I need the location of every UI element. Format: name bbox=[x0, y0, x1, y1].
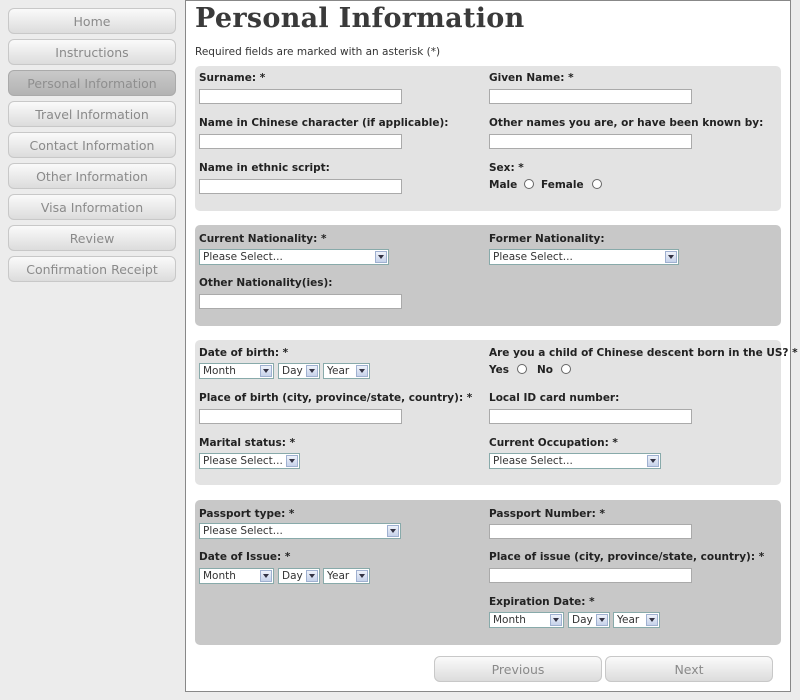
dropdown-arrow-icon bbox=[356, 365, 368, 377]
nav-personal-information[interactable]: Personal Information bbox=[8, 70, 176, 96]
ethnic-name-input[interactable] bbox=[199, 179, 402, 194]
nav-review[interactable]: Review bbox=[8, 225, 176, 251]
nav-other-information[interactable]: Other Information bbox=[8, 163, 176, 189]
issue-month-select[interactable]: Month bbox=[199, 568, 274, 584]
passport-type-value: Please Select... bbox=[203, 525, 283, 537]
nationality-section: Current Nationality: * Please Select... … bbox=[195, 225, 781, 326]
required-note: Required fields are marked with an aster… bbox=[195, 46, 441, 58]
dropdown-arrow-icon bbox=[286, 455, 298, 467]
issue-year-select[interactable]: Year bbox=[323, 568, 370, 584]
place-of-birth-label: Place of birth (city, province/state, co… bbox=[199, 392, 473, 404]
other-names-label: Other names you are, or have been known … bbox=[489, 117, 764, 129]
local-id-label: Local ID card number: bbox=[489, 392, 620, 404]
dropdown-arrow-icon bbox=[306, 365, 318, 377]
nav-home[interactable]: Home bbox=[8, 8, 176, 34]
male-radio[interactable] bbox=[524, 179, 534, 189]
current-nationality-value: Please Select... bbox=[203, 251, 283, 263]
exp-day-value: Day bbox=[572, 614, 593, 626]
surname-input[interactable] bbox=[199, 89, 402, 104]
dropdown-arrow-icon bbox=[647, 455, 659, 467]
previous-button[interactable]: Previous bbox=[434, 656, 602, 682]
passport-type-label: Passport type: * bbox=[199, 508, 295, 520]
other-nationalities-input[interactable] bbox=[199, 294, 402, 309]
dob-day-value: Day bbox=[282, 365, 303, 377]
dropdown-arrow-icon bbox=[646, 614, 658, 626]
no-radio[interactable] bbox=[561, 364, 571, 374]
passport-number-input[interactable] bbox=[489, 524, 692, 539]
dob-year-value: Year bbox=[327, 365, 350, 377]
issue-day-select[interactable]: Day bbox=[278, 568, 320, 584]
former-nationality-label: Former Nationality: bbox=[489, 233, 605, 245]
current-nationality-select[interactable]: Please Select... bbox=[199, 249, 389, 265]
place-of-issue-label: Place of issue (city, province/state, co… bbox=[489, 551, 765, 563]
occupation-select[interactable]: Please Select... bbox=[489, 453, 661, 469]
place-of-birth-input[interactable] bbox=[199, 409, 402, 424]
other-nationalities-label: Other Nationality(ies): bbox=[199, 277, 333, 289]
issue-month-value: Month bbox=[203, 570, 236, 582]
nav-contact-information[interactable]: Contact Information bbox=[8, 132, 176, 158]
marital-status-label: Marital status: * bbox=[199, 437, 296, 449]
given-name-input[interactable] bbox=[489, 89, 692, 104]
dropdown-arrow-icon bbox=[387, 525, 399, 537]
dropdown-arrow-icon bbox=[260, 570, 272, 582]
expiration-date-label: Expiration Date: * bbox=[489, 596, 595, 608]
sidebar-nav: Home Instructions Personal Information T… bbox=[0, 0, 185, 700]
birth-section: Date of birth: * Month Day Year Are you … bbox=[195, 340, 798, 485]
page-title: Personal Information bbox=[195, 3, 525, 34]
female-radio[interactable] bbox=[592, 179, 602, 189]
exp-day-select[interactable]: Day bbox=[568, 612, 610, 628]
nav-confirmation-receipt[interactable]: Confirmation Receipt bbox=[8, 256, 176, 282]
dob-label: Date of birth: * bbox=[199, 347, 289, 359]
female-label: Female bbox=[541, 179, 584, 191]
nav-instructions[interactable]: Instructions bbox=[8, 39, 176, 65]
local-id-input[interactable] bbox=[489, 409, 692, 424]
occupation-value: Please Select... bbox=[493, 455, 573, 467]
dob-month-value: Month bbox=[203, 365, 236, 377]
dropdown-arrow-icon bbox=[356, 570, 368, 582]
child-of-chinese-descent-label: Are you a child of Chinese descent born … bbox=[489, 347, 798, 359]
sex-label: Sex: * bbox=[489, 162, 524, 174]
ethnic-name-label: Name in ethnic script: bbox=[199, 162, 330, 174]
other-names-input[interactable] bbox=[489, 134, 692, 149]
date-of-issue-label: Date of Issue: * bbox=[199, 551, 291, 563]
no-label: No bbox=[537, 364, 554, 376]
exp-month-select[interactable]: Month bbox=[489, 612, 564, 628]
dropdown-arrow-icon bbox=[550, 614, 562, 626]
marital-status-value: Please Select... bbox=[203, 455, 283, 467]
given-name-label: Given Name: * bbox=[489, 72, 574, 84]
former-nationality-value: Please Select... bbox=[493, 251, 573, 263]
issue-day-value: Day bbox=[282, 570, 303, 582]
passport-type-select[interactable]: Please Select... bbox=[199, 523, 401, 539]
issue-year-value: Year bbox=[327, 570, 350, 582]
dob-month-select[interactable]: Month bbox=[199, 363, 274, 379]
current-nationality-label: Current Nationality: * bbox=[199, 233, 327, 245]
dropdown-arrow-icon bbox=[665, 251, 677, 263]
main-form-area: Personal Information Required fields are… bbox=[185, 0, 798, 692]
exp-year-select[interactable]: Year bbox=[613, 612, 660, 628]
nav-travel-information[interactable]: Travel Information bbox=[8, 101, 176, 127]
passport-section: Passport type: * Please Select... Passpo… bbox=[195, 500, 781, 645]
chinese-name-input[interactable] bbox=[199, 134, 402, 149]
dob-year-select[interactable]: Year bbox=[323, 363, 370, 379]
occupation-label: Current Occupation: * bbox=[489, 437, 618, 449]
next-button[interactable]: Next bbox=[605, 656, 773, 682]
dob-day-select[interactable]: Day bbox=[278, 363, 320, 379]
place-of-issue-input[interactable] bbox=[489, 568, 692, 583]
dropdown-arrow-icon bbox=[596, 614, 608, 626]
male-label: Male bbox=[489, 179, 518, 191]
exp-year-value: Year bbox=[617, 614, 640, 626]
nav-visa-information[interactable]: Visa Information bbox=[8, 194, 176, 220]
surname-label: Surname: * bbox=[199, 72, 266, 84]
dropdown-arrow-icon bbox=[260, 365, 272, 377]
exp-month-value: Month bbox=[493, 614, 526, 626]
chinese-name-label: Name in Chinese character (if applicable… bbox=[199, 117, 449, 129]
dropdown-arrow-icon bbox=[306, 570, 318, 582]
names-section: Surname: * Given Name: * Name in Chinese… bbox=[195, 66, 781, 211]
yes-label: Yes bbox=[489, 364, 510, 376]
passport-number-label: Passport Number: * bbox=[489, 508, 605, 520]
dropdown-arrow-icon bbox=[375, 251, 387, 263]
yes-radio[interactable] bbox=[517, 364, 527, 374]
marital-status-select[interactable]: Please Select... bbox=[199, 453, 300, 469]
former-nationality-select[interactable]: Please Select... bbox=[489, 249, 679, 265]
